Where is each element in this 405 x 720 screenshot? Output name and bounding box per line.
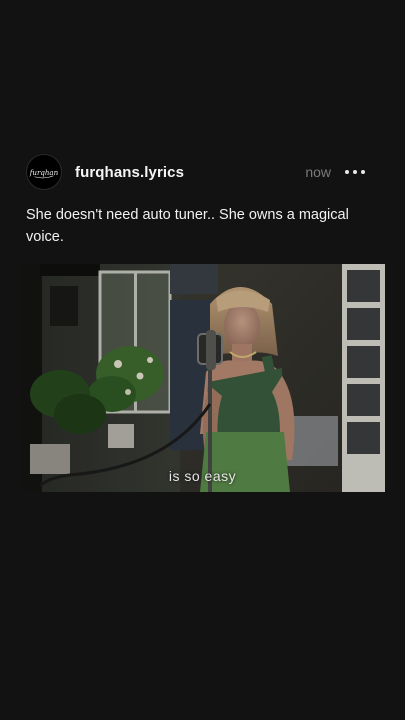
avatar-logo: furqhan — [29, 168, 59, 179]
avatar[interactable]: furqhan — [26, 154, 62, 190]
video-frame — [20, 264, 385, 492]
post-timestamp: now — [305, 164, 331, 180]
avatar-logo-text: furqhan — [29, 168, 59, 177]
post-video[interactable]: is so easy — [20, 264, 385, 492]
post-header: furqhan furqhans.lyrics now — [26, 154, 381, 190]
more-options-icon[interactable] — [345, 162, 365, 182]
username[interactable]: furqhans.lyrics — [75, 164, 184, 181]
video-subtitle: is so easy — [168, 468, 237, 484]
post-caption: She doesn't need auto tuner.. She owns a… — [26, 207, 349, 245]
